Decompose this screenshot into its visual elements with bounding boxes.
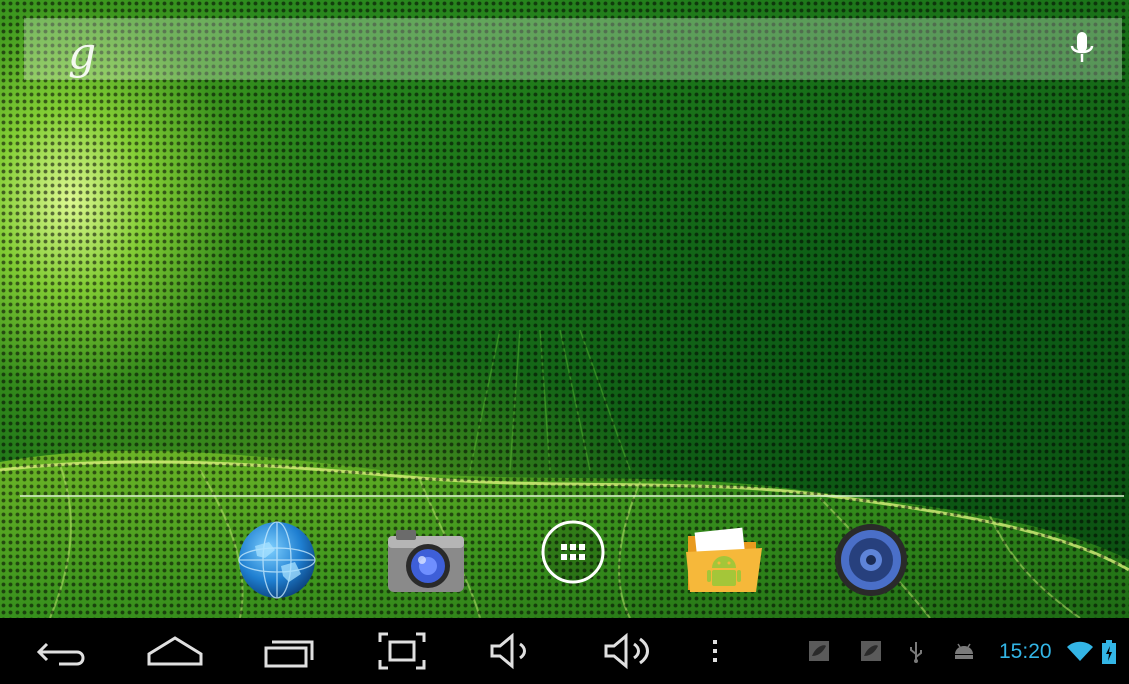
google-logo: g xyxy=(68,28,97,79)
wifi-icon xyxy=(1067,641,1093,661)
android-debug-icon xyxy=(955,643,973,659)
recent-apps-icon[interactable] xyxy=(258,628,322,674)
volume-up-icon[interactable] xyxy=(596,628,660,674)
screenshot-icon[interactable] xyxy=(370,628,434,674)
microphone-icon[interactable] xyxy=(1064,30,1100,68)
android-folder-icon[interactable] xyxy=(682,518,766,602)
volume-down-icon[interactable] xyxy=(482,628,546,674)
notification-image-icon[interactable] xyxy=(808,640,830,662)
globe-icon[interactable] xyxy=(235,518,319,602)
home-screen-wallpaper: g xyxy=(0,0,1129,618)
dock-divider xyxy=(20,495,1124,497)
home-icon[interactable] xyxy=(143,628,207,674)
back-arrow-icon[interactable] xyxy=(31,628,95,674)
camera-icon[interactable] xyxy=(384,520,468,604)
status-clock[interactable]: 15:20 xyxy=(999,640,1052,664)
navigation-bar: 15:20 xyxy=(0,618,1129,684)
notification-image-icon[interactable] xyxy=(860,640,882,662)
overflow-menu-icon[interactable] xyxy=(683,628,747,674)
usb-icon xyxy=(910,642,922,663)
speaker-icon[interactable] xyxy=(829,518,913,602)
app-drawer-icon[interactable] xyxy=(531,510,615,594)
google-search-bar[interactable]: g xyxy=(24,18,1122,80)
battery-charging-icon xyxy=(1102,640,1116,664)
